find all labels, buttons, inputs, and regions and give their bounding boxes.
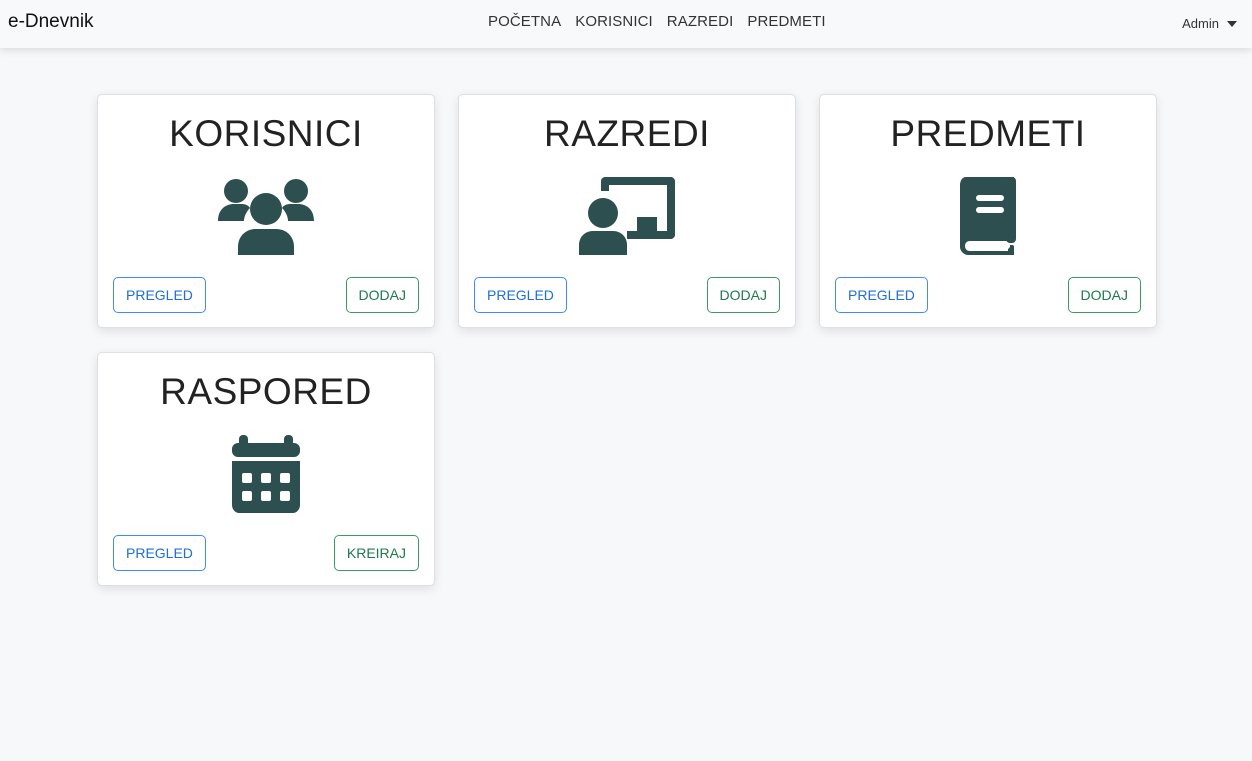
user-name: Admin bbox=[1182, 16, 1219, 31]
chalkboard-teacher-icon bbox=[579, 177, 675, 255]
kreiraj-button[interactable]: KREIRAJ bbox=[333, 535, 419, 571]
user-dropdown[interactable]: Admin bbox=[1182, 16, 1237, 31]
nav-link-korisnici[interactable]: KORISNICI bbox=[568, 13, 660, 30]
brand-link[interactable]: e-Dnevnik bbox=[8, 11, 94, 33]
card-title: PREDMETI bbox=[890, 113, 1086, 154]
card-predmeti: PREDMETI PREGLED DODAJ bbox=[819, 94, 1157, 328]
calendar-icon bbox=[218, 435, 314, 513]
nav-link-pocetna[interactable]: POČETNA bbox=[481, 13, 568, 30]
nav-link-predmeti[interactable]: PREDMETI bbox=[740, 13, 832, 30]
pregled-button[interactable]: PREGLED bbox=[113, 535, 206, 571]
pregled-button[interactable]: PREGLED bbox=[835, 277, 928, 313]
users-icon bbox=[218, 177, 314, 255]
main-nav: POČETNA KORISNICI RAZREDI PREDMETI bbox=[481, 13, 833, 30]
card-title: KORISNICI bbox=[169, 113, 363, 154]
card-title: RASPORED bbox=[160, 371, 372, 412]
card-razredi: RAZREDI PREGLED DODAJ bbox=[458, 94, 796, 328]
nav-link-razredi[interactable]: RAZREDI bbox=[660, 13, 741, 30]
card-korisnici: KORISNICI PREGLED DODAJ bbox=[97, 94, 435, 328]
top-navbar: e-Dnevnik POČETNA KORISNICI RAZREDI PRED… bbox=[0, 0, 1252, 48]
pregled-button[interactable]: PREGLED bbox=[474, 277, 567, 313]
pregled-button[interactable]: PREGLED bbox=[113, 277, 206, 313]
dodaj-button[interactable]: DODAJ bbox=[345, 277, 419, 313]
card-title: RAZREDI bbox=[544, 113, 710, 154]
caret-down-icon bbox=[1227, 20, 1237, 27]
book-icon bbox=[940, 177, 1036, 255]
dodaj-button[interactable]: DODAJ bbox=[706, 277, 780, 313]
card-raspored: RASPORED PREGLED KREIRAJ bbox=[97, 352, 435, 586]
dodaj-button[interactable]: DODAJ bbox=[1067, 277, 1141, 313]
